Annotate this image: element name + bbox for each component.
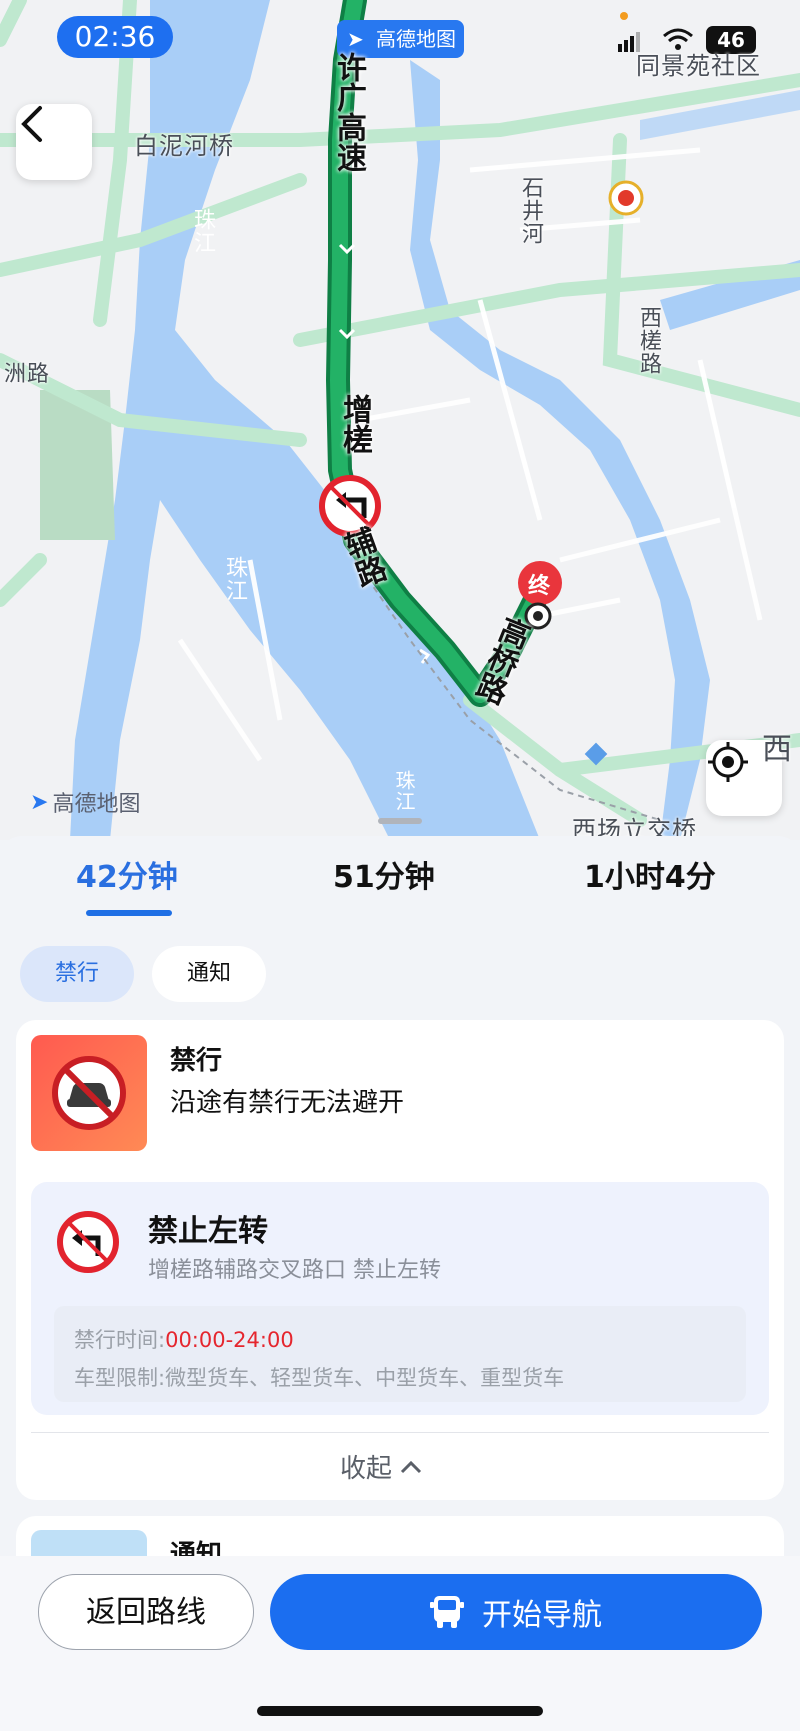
brand-badge-label: 高德地图 xyxy=(376,27,456,51)
restriction-vehicle-value: 微型货车、轻型货车、中型货车、重型货车 xyxy=(165,1366,565,1390)
no-car-icon xyxy=(31,1035,147,1151)
end-marker-label: 终 xyxy=(528,574,551,599)
card-divider xyxy=(31,1432,769,1433)
map-label-xi-edge: 西 xyxy=(762,732,793,767)
collapse-button[interactable]: 收起 xyxy=(340,1448,422,1485)
map-label-zhujiang-lower: 珠江 xyxy=(222,556,247,602)
restriction-vehicle-label: 车型限制: xyxy=(74,1366,166,1390)
restriction-title: 禁行 xyxy=(170,1046,223,1076)
map-watermark: ➤ 高德地图 xyxy=(30,786,140,818)
home-indicator xyxy=(257,1706,543,1716)
restriction-time-row: 禁行时间:00:00-24:00 xyxy=(74,1324,294,1354)
restriction-time-label: 禁行时间: xyxy=(74,1328,166,1352)
map-label-zhujiang-upper: 珠江 xyxy=(190,208,215,254)
tab-route-2[interactable]: 51分钟 xyxy=(333,852,435,896)
chevron-left-icon xyxy=(21,106,42,142)
map-canvas xyxy=(0,0,800,840)
gaode-logo-icon: ➤ xyxy=(30,789,49,815)
road-label-xuguang-expressway: 许广高速 xyxy=(331,52,366,172)
map-label-shijinghe: 石井河 xyxy=(518,176,543,245)
tab-active-indicator xyxy=(86,910,172,916)
map-label-tongjingyuan: 同景苑社区 xyxy=(636,52,761,80)
status-time: 02:36 xyxy=(57,16,173,58)
crosshair-icon xyxy=(708,742,748,782)
restriction-item-location: 增槎路辅路交叉路口 禁止左转 xyxy=(148,1258,441,1283)
no-left-turn-icon xyxy=(56,1210,120,1278)
collapse-label: 收起 xyxy=(340,1454,393,1484)
map-label-xichang-road: 西槎路 xyxy=(636,306,661,375)
truck-icon xyxy=(430,1596,464,1628)
filter-chip-restriction[interactable]: 禁行 xyxy=(20,946,134,1002)
back-button[interactable] xyxy=(16,104,92,180)
privacy-dot xyxy=(620,12,628,20)
restriction-description: 沿途有禁行无法避开 xyxy=(170,1088,405,1118)
back-to-routes-button[interactable]: 返回路线 xyxy=(38,1574,254,1650)
map-label-zhouzhou-road: 洲路 xyxy=(4,362,51,387)
start-navigation-label: 开始导航 xyxy=(482,1598,602,1633)
tab-route-1[interactable]: 42分钟 xyxy=(76,852,178,896)
restriction-item-title: 禁止左转 xyxy=(148,1214,268,1249)
map-watermark-text: 高德地图 xyxy=(52,792,141,817)
restriction-time-value: 00:00-24:00 xyxy=(165,1328,294,1352)
road-label-zengcha: 增槎 xyxy=(337,394,372,454)
route-map[interactable]: 02:36 ➤ 高德地图 46 白泥河桥 同景苑社区 珠江 珠江 石井河 西槎路… xyxy=(0,0,800,840)
chevron-up-icon xyxy=(400,1460,422,1473)
filter-chip-notice[interactable]: 通知 xyxy=(152,946,266,1002)
gas-station-icon[interactable] xyxy=(608,180,644,216)
tab-route-3[interactable]: 1小时4分 xyxy=(584,852,716,896)
map-label-zhujiang-bottom: 珠江 xyxy=(392,770,416,812)
map-label-bainihe-bridge: 白泥河桥 xyxy=(134,132,234,160)
restriction-vehicle-row: 车型限制:微型货车、轻型货车、中型货车、重型货车 xyxy=(74,1362,564,1392)
start-navigation-button[interactable]: 开始导航 xyxy=(270,1574,762,1650)
